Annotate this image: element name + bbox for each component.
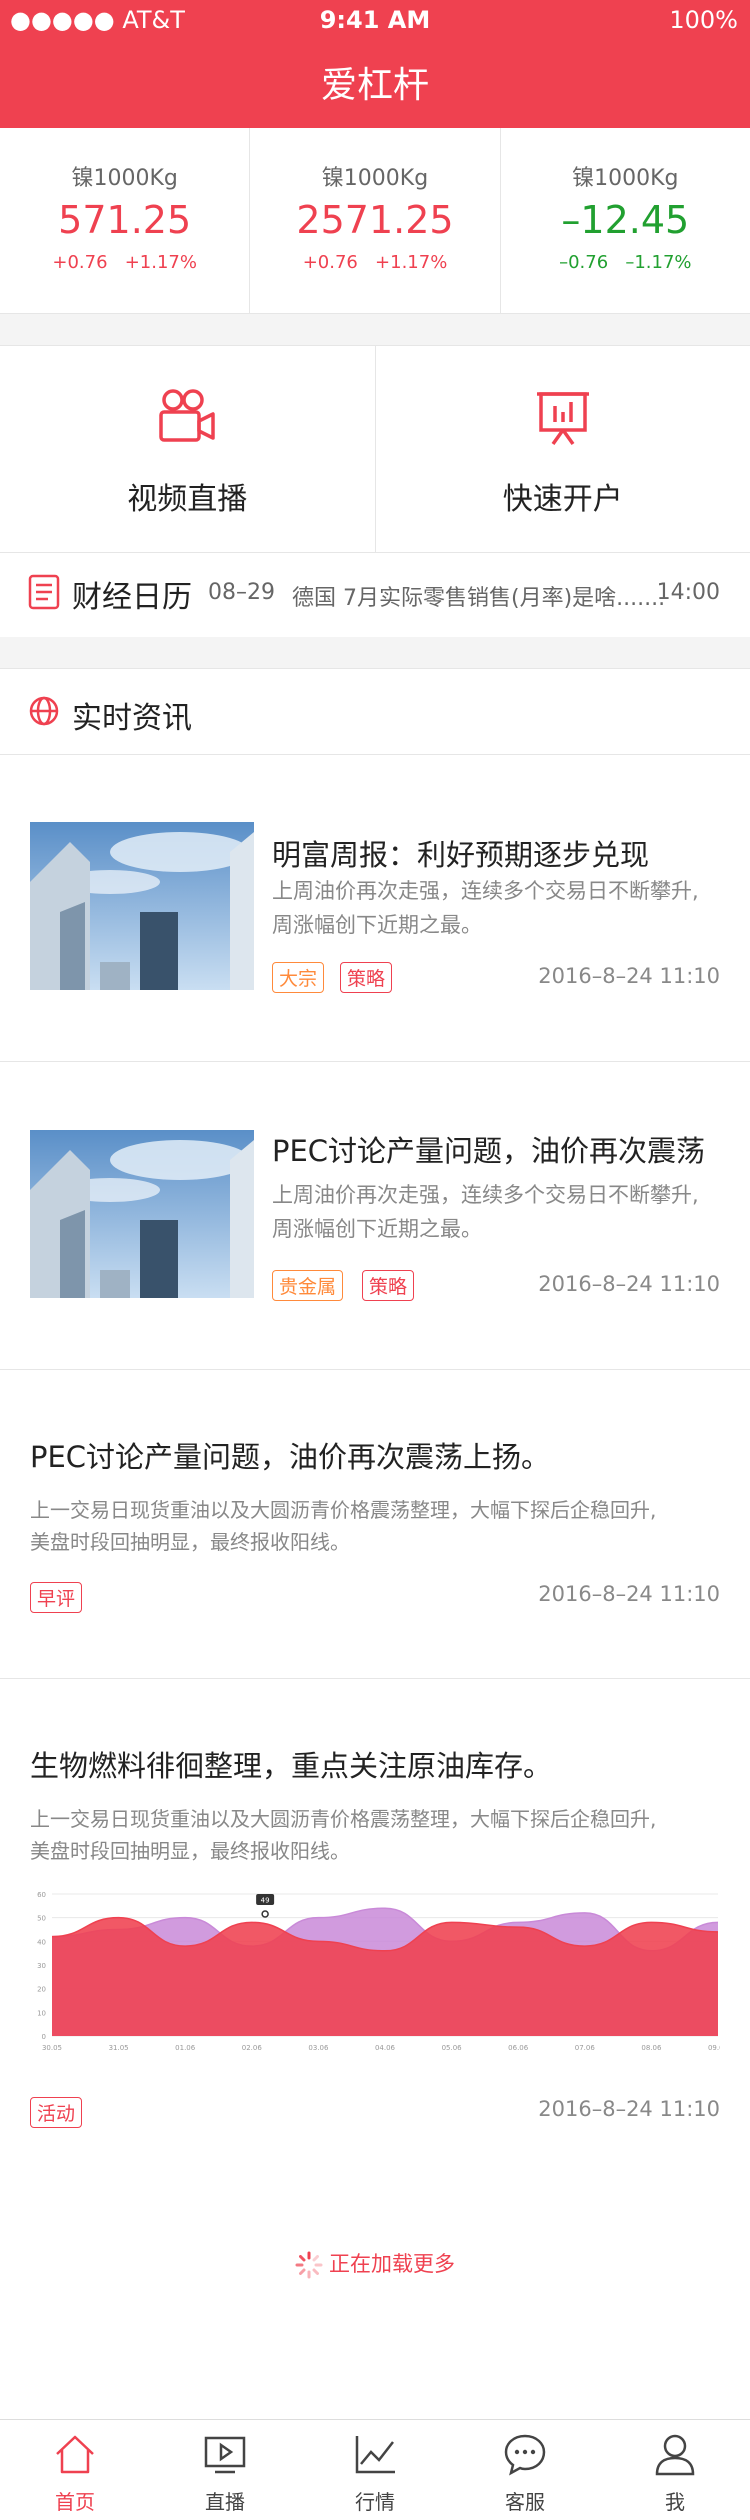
news-tag[interactable]: 早评: [30, 1582, 82, 1613]
video-live-button[interactable]: 视频直播: [0, 346, 375, 552]
tab-market[interactable]: 行情: [300, 2420, 450, 2520]
chart-x-tick-label: 06.06: [508, 2044, 529, 2052]
clock-label: 9:41 AM: [0, 6, 750, 34]
news-thumbnail: [30, 1130, 254, 1298]
quote-change: +0.76 +1.17%: [0, 252, 249, 273]
news-date: 2016–8–24 11:10: [538, 1272, 720, 1296]
news-date: 2016–8–24 11:10: [538, 2097, 720, 2121]
quote-name: 镍1000Kg: [0, 160, 249, 192]
news-summary: 上周油价再次走强，连续多个交易日不断攀升,周涨幅创下近期之最。: [272, 1178, 699, 1246]
news-tag[interactable]: 贵金属: [272, 1270, 343, 1301]
calendar-date: 08–29: [208, 580, 275, 605]
tab-label: 客服: [450, 2486, 600, 2515]
action-label: 快速开户: [376, 474, 750, 518]
battery-label: 100%: [669, 6, 738, 34]
quote-card[interactable]: 镍1000Kg –12.45 –0.76 –1.17%: [500, 128, 750, 313]
tab-label: 行情: [300, 2486, 450, 2515]
section-divider: [0, 637, 750, 668]
chart-y-tick-label: 0: [42, 2033, 46, 2041]
home-icon: [53, 2432, 97, 2476]
news-tag[interactable]: 策略: [362, 1270, 414, 1301]
calendar-list-icon: [28, 574, 60, 610]
video-camera-icon: [155, 386, 219, 450]
quote-name: 镍1000Kg: [250, 160, 499, 192]
news-thumbnail: [30, 822, 254, 990]
news-date: 2016–8–24 11:10: [538, 964, 720, 988]
chart-y-tick-label: 60: [37, 1891, 46, 1899]
news-item[interactable]: PEC讨论产量问题，油价再次震荡 上周油价再次走强，连续多个交易日不断攀升,周涨…: [0, 1062, 750, 1370]
loading-more: 正在加载更多: [0, 2248, 750, 2279]
calendar-time: 14:00: [657, 580, 720, 605]
app-header: ●●●●● AT&T 9:41 AM 100% 爱杠杆: [0, 0, 750, 128]
news-title: PEC讨论产量问题，油价再次震荡: [272, 1128, 705, 1170]
quick-actions: 视频直播 快速开户: [0, 345, 750, 553]
news-title: 明富周报：利好预期逐步兑现: [272, 832, 649, 874]
news-summary: 上周油价再次走强，连续多个交易日不断攀升,周涨幅创下近期之最。: [272, 874, 699, 942]
chat-bubble-icon: [503, 2432, 547, 2476]
quote-change: +0.76 +1.17%: [250, 252, 499, 273]
user-icon: [653, 2432, 697, 2476]
loading-spinner-icon: [295, 2251, 323, 2279]
quote-change: –0.76 –1.17%: [501, 252, 750, 273]
finance-calendar-row[interactable]: 财经日历 08–29 德国 7月实际零售销售(月率)是啥....... 14:0…: [0, 552, 750, 637]
quote-card[interactable]: 镍1000Kg 2571.25 +0.76 +1.17%: [249, 128, 499, 313]
news-tag[interactable]: 策略: [340, 962, 392, 993]
play-screen-icon: [203, 2432, 247, 2476]
page-title: 爱杠杆: [0, 56, 750, 108]
news-summary: 上一交易日现货重油以及大圆沥青价格震荡整理，大幅下探后企稳回升,美盘时段回抽明显…: [30, 1494, 656, 1558]
news-title: 生物燃料徘徊整理，重点关注原油库存。: [30, 1743, 552, 1785]
chart-marker-label: 49: [261, 1897, 270, 1905]
chart-x-tick-label: 04.06: [375, 2044, 396, 2052]
tab-label: 直播: [150, 2486, 300, 2515]
quote-card[interactable]: 镍1000Kg 571.25 +0.76 +1.17%: [0, 128, 249, 313]
tab-bar: 首页 直播 行情 客服 我: [0, 2419, 750, 2520]
loading-text: 正在加载更多: [329, 2252, 455, 2276]
chart-x-tick-label: 02.06: [242, 2044, 263, 2052]
trend-chart-icon: [353, 2432, 397, 2476]
status-bar: ●●●●● AT&T 9:41 AM 100%: [0, 0, 750, 40]
chart-x-tick-label: 05.06: [442, 2044, 463, 2052]
price-chart: 0 10 20 30 40 50 60 30.05 31.05 01.06 02.06 03.06 04…: [30, 1888, 720, 2058]
chart-y-tick-label: 30: [37, 1962, 46, 1970]
news-header-label: 实时资讯: [72, 693, 192, 737]
calendar-label: 财经日历: [72, 572, 192, 616]
chart-y-tick-label: 40: [37, 1938, 46, 1946]
section-divider: [0, 314, 750, 345]
chart-x-tick-label: 09.06: [708, 2044, 720, 2052]
chart-x-tick-label: 01.06: [175, 2044, 196, 2052]
chart-y-tick-label: 10: [37, 2009, 46, 2017]
chart-x-tick-label: 07.06: [575, 2044, 596, 2052]
news-section-header: 实时资讯: [0, 668, 750, 755]
chart-y-tick-label: 20: [37, 1986, 46, 1994]
tab-service[interactable]: 客服: [450, 2420, 600, 2520]
chart-x-tick-label: 03.06: [308, 2044, 329, 2052]
chart-marker-point: [262, 1911, 268, 1917]
news-date: 2016–8–24 11:10: [538, 1582, 720, 1606]
news-summary: 上一交易日现货重油以及大圆沥青价格震荡整理，大幅下探后企稳回升,美盘时段回抽明显…: [30, 1803, 656, 1867]
globe-icon: [28, 695, 60, 727]
quote-price: 2571.25: [250, 198, 499, 242]
quote-price: –12.45: [501, 198, 750, 242]
tab-label: 我: [600, 2486, 750, 2515]
chart-y-tick-label: 50: [37, 1915, 46, 1923]
tab-home[interactable]: 首页: [0, 2420, 150, 2520]
news-item[interactable]: PEC讨论产量问题，油价再次震荡上扬。 上一交易日现货重油以及大圆沥青价格震荡整…: [0, 1370, 750, 1679]
quote-strip: 镍1000Kg 571.25 +0.76 +1.17% 镍1000Kg 2571…: [0, 128, 750, 314]
chart-x-tick-label: 30.05: [42, 2044, 62, 2052]
news-tag[interactable]: 大宗: [272, 962, 324, 993]
presentation-board-icon: [531, 386, 595, 450]
news-title: PEC讨论产量问题，油价再次震荡上扬。: [30, 1434, 550, 1476]
tab-me[interactable]: 我: [600, 2420, 750, 2520]
chart-x-tick-label: 08.06: [641, 2044, 662, 2052]
quote-name: 镍1000Kg: [501, 160, 750, 192]
chart-x-tick-label: 31.05: [109, 2044, 129, 2052]
quote-price: 571.25: [0, 198, 249, 242]
tab-label: 首页: [0, 2486, 150, 2515]
news-tag[interactable]: 活动: [30, 2097, 82, 2128]
calendar-event: 德国 7月实际零售销售(月率)是啥.......: [292, 580, 665, 612]
open-account-button[interactable]: 快速开户: [375, 346, 750, 552]
action-label: 视频直播: [0, 474, 375, 518]
news-item[interactable]: 明富周报：利好预期逐步兑现 上周油价再次走强，连续多个交易日不断攀升,周涨幅创下…: [0, 754, 750, 1062]
tab-live[interactable]: 直播: [150, 2420, 300, 2520]
